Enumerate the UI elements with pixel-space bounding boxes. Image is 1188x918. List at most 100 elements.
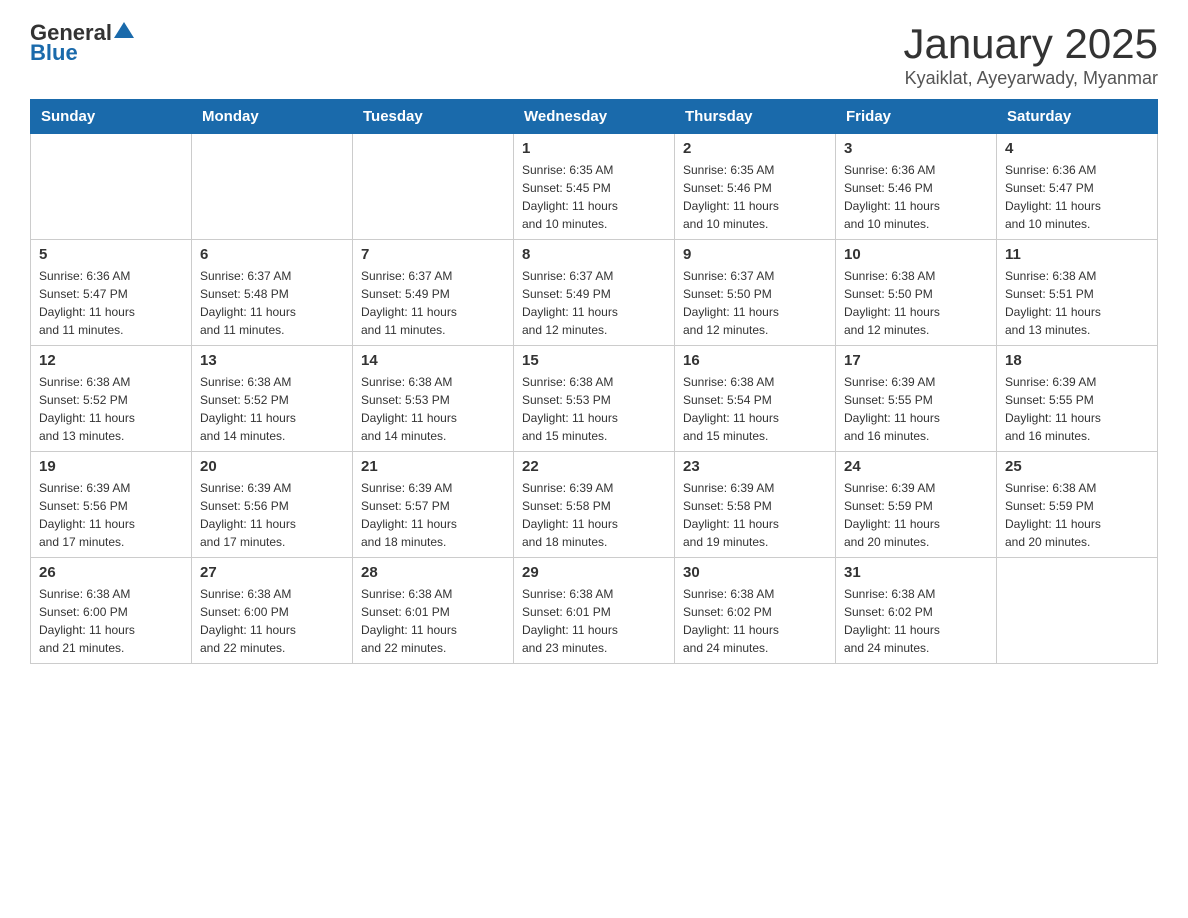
calendar-cell: 29Sunrise: 6:38 AM Sunset: 6:01 PM Dayli… <box>514 558 675 664</box>
day-number: 28 <box>361 564 505 581</box>
calendar-cell: 15 Sunrise: 6:38 AM Sunset: 5:53 PM Dayli… <box>514 346 675 452</box>
day-number: 23 <box>683 458 827 475</box>
day-info: Sunrise: 6:38 AM Sunset: 6:00 PM Dayligh… <box>39 585 183 657</box>
day-number: 9 <box>683 246 827 263</box>
day-info: Sunrise: 6:38 AM Sunset: 5:53 PM Dayligh… <box>522 373 666 445</box>
day-info: Sunrise: 6:38 AM Sunset: 5:52 PM Dayligh… <box>200 373 344 445</box>
day-number: 21 <box>361 458 505 475</box>
calendar-cell: 13 Sunrise: 6:38 AM Sunset: 5:52 PM Dayli… <box>192 346 353 452</box>
day-info: Sunrise: 6:38 AM Sunset: 6:01 PM Dayligh… <box>522 585 666 657</box>
day-info: Sunrise: 6:37 AM Sunset: 5:49 PM Dayligh… <box>522 267 666 339</box>
day-number: 27 <box>200 564 344 581</box>
day-number: 26 <box>39 564 183 581</box>
day-number: 14 <box>361 352 505 369</box>
day-number: 20 <box>200 458 344 475</box>
calendar-table: SundayMondayTuesdayWednesdayThursdayFrid… <box>30 99 1158 664</box>
day-info: Sunrise: 6:35 AM Sunset: 5:46 PM Dayligh… <box>683 161 827 233</box>
calendar-cell <box>353 134 514 240</box>
title-area: January 2025 Kyaiklat, Ayeyarwady, Myanm… <box>903 20 1158 89</box>
day-header-thursday: Thursday <box>675 100 836 134</box>
calendar-cell: 8 Sunrise: 6:37 AM Sunset: 5:49 PM Daylig… <box>514 240 675 346</box>
day-info: Sunrise: 6:38 AM Sunset: 6:00 PM Dayligh… <box>200 585 344 657</box>
day-info: Sunrise: 6:39 AM Sunset: 5:55 PM Dayligh… <box>1005 373 1149 445</box>
day-info: Sunrise: 6:36 AM Sunset: 5:47 PM Dayligh… <box>1005 161 1149 233</box>
calendar-cell: 25 Sunrise: 6:38 AM Sunset: 5:59 PM Dayli… <box>997 452 1158 558</box>
day-number: 17 <box>844 352 988 369</box>
calendar-cell <box>31 134 192 240</box>
day-info: Sunrise: 6:35 AM Sunset: 5:45 PM Dayligh… <box>522 161 666 233</box>
calendar-cell: 22 Sunrise: 6:39 AM Sunset: 5:58 PM Dayli… <box>514 452 675 558</box>
day-header-wednesday: Wednesday <box>514 100 675 134</box>
header: General Blue January 2025 Kyaiklat, Ayey… <box>30 20 1158 89</box>
calendar-cell: 16 Sunrise: 6:38 AM Sunset: 5:54 PM Dayli… <box>675 346 836 452</box>
header-row: SundayMondayTuesdayWednesdayThursdayFrid… <box>31 100 1158 134</box>
day-info: Sunrise: 6:38 AM Sunset: 5:51 PM Dayligh… <box>1005 267 1149 339</box>
day-number: 11 <box>1005 246 1149 263</box>
calendar-cell: 28 Sunrise: 6:38 AM Sunset: 6:01 PM Dayli… <box>353 558 514 664</box>
day-number: 2 <box>683 140 827 157</box>
calendar-cell <box>997 558 1158 664</box>
calendar-cell: 5Sunrise: 6:36 AM Sunset: 5:47 PM Daylig… <box>31 240 192 346</box>
calendar-cell: 7 Sunrise: 6:37 AM Sunset: 5:49 PM Daylig… <box>353 240 514 346</box>
day-info: Sunrise: 6:39 AM Sunset: 5:56 PM Dayligh… <box>39 479 183 551</box>
day-number: 5 <box>39 246 183 263</box>
calendar-title: January 2025 <box>903 20 1158 68</box>
week-row-1: 1 Sunrise: 6:35 AM Sunset: 5:45 PM Daylig… <box>31 134 1158 240</box>
calendar-cell: 9 Sunrise: 6:37 AM Sunset: 5:50 PM Daylig… <box>675 240 836 346</box>
logo-blue-text: Blue <box>30 40 134 66</box>
calendar-cell: 3Sunrise: 6:36 AM Sunset: 5:46 PM Daylig… <box>836 134 997 240</box>
day-info: Sunrise: 6:39 AM Sunset: 5:55 PM Dayligh… <box>844 373 988 445</box>
day-info: Sunrise: 6:39 AM Sunset: 5:58 PM Dayligh… <box>522 479 666 551</box>
day-number: 30 <box>683 564 827 581</box>
day-info: Sunrise: 6:38 AM Sunset: 5:59 PM Dayligh… <box>1005 479 1149 551</box>
day-info: Sunrise: 6:39 AM Sunset: 5:59 PM Dayligh… <box>844 479 988 551</box>
calendar-cell: 23Sunrise: 6:39 AM Sunset: 5:58 PM Dayli… <box>675 452 836 558</box>
calendar-cell: 19Sunrise: 6:39 AM Sunset: 5:56 PM Dayli… <box>31 452 192 558</box>
day-number: 1 <box>522 140 666 157</box>
calendar-cell: 12 Sunrise: 6:38 AM Sunset: 5:52 PM Dayli… <box>31 346 192 452</box>
calendar-cell: 1 Sunrise: 6:35 AM Sunset: 5:45 PM Daylig… <box>514 134 675 240</box>
day-header-tuesday: Tuesday <box>353 100 514 134</box>
logo: General Blue <box>30 20 134 66</box>
day-info: Sunrise: 6:37 AM Sunset: 5:48 PM Dayligh… <box>200 267 344 339</box>
day-info: Sunrise: 6:38 AM Sunset: 6:01 PM Dayligh… <box>361 585 505 657</box>
day-number: 8 <box>522 246 666 263</box>
week-row-3: 12 Sunrise: 6:38 AM Sunset: 5:52 PM Dayli… <box>31 346 1158 452</box>
day-number: 10 <box>844 246 988 263</box>
day-header-sunday: Sunday <box>31 100 192 134</box>
day-info: Sunrise: 6:37 AM Sunset: 5:49 PM Dayligh… <box>361 267 505 339</box>
day-number: 7 <box>361 246 505 263</box>
calendar-cell: 17 Sunrise: 6:39 AM Sunset: 5:55 PM Dayli… <box>836 346 997 452</box>
week-row-2: 5Sunrise: 6:36 AM Sunset: 5:47 PM Daylig… <box>31 240 1158 346</box>
calendar-cell: 21 Sunrise: 6:39 AM Sunset: 5:57 PM Dayli… <box>353 452 514 558</box>
day-number: 31 <box>844 564 988 581</box>
calendar-cell: 18 Sunrise: 6:39 AM Sunset: 5:55 PM Dayli… <box>997 346 1158 452</box>
day-number: 15 <box>522 352 666 369</box>
day-number: 12 <box>39 352 183 369</box>
day-info: Sunrise: 6:36 AM Sunset: 5:46 PM Dayligh… <box>844 161 988 233</box>
day-info: Sunrise: 6:38 AM Sunset: 5:50 PM Dayligh… <box>844 267 988 339</box>
day-info: Sunrise: 6:37 AM Sunset: 5:50 PM Dayligh… <box>683 267 827 339</box>
calendar-cell: 4Sunrise: 6:36 AM Sunset: 5:47 PM Daylig… <box>997 134 1158 240</box>
day-number: 16 <box>683 352 827 369</box>
day-info: Sunrise: 6:39 AM Sunset: 5:56 PM Dayligh… <box>200 479 344 551</box>
calendar-cell: 31 Sunrise: 6:38 AM Sunset: 6:02 PM Dayli… <box>836 558 997 664</box>
day-number: 18 <box>1005 352 1149 369</box>
calendar-cell: 24 Sunrise: 6:39 AM Sunset: 5:59 PM Dayli… <box>836 452 997 558</box>
day-info: Sunrise: 6:38 AM Sunset: 6:02 PM Dayligh… <box>844 585 988 657</box>
day-info: Sunrise: 6:38 AM Sunset: 5:54 PM Dayligh… <box>683 373 827 445</box>
calendar-cell: 14 Sunrise: 6:38 AM Sunset: 5:53 PM Dayli… <box>353 346 514 452</box>
day-info: Sunrise: 6:38 AM Sunset: 5:53 PM Dayligh… <box>361 373 505 445</box>
calendar-cell: 26 Sunrise: 6:38 AM Sunset: 6:00 PM Dayli… <box>31 558 192 664</box>
week-row-4: 19Sunrise: 6:39 AM Sunset: 5:56 PM Dayli… <box>31 452 1158 558</box>
day-number: 24 <box>844 458 988 475</box>
calendar-cell: 11 Sunrise: 6:38 AM Sunset: 5:51 PM Dayli… <box>997 240 1158 346</box>
calendar-subtitle: Kyaiklat, Ayeyarwady, Myanmar <box>903 68 1158 89</box>
day-info: Sunrise: 6:38 AM Sunset: 5:52 PM Dayligh… <box>39 373 183 445</box>
day-info: Sunrise: 6:39 AM Sunset: 5:57 PM Dayligh… <box>361 479 505 551</box>
day-number: 13 <box>200 352 344 369</box>
day-number: 25 <box>1005 458 1149 475</box>
week-row-5: 26 Sunrise: 6:38 AM Sunset: 6:00 PM Dayli… <box>31 558 1158 664</box>
day-number: 22 <box>522 458 666 475</box>
logo-triangle-icon <box>114 20 134 40</box>
